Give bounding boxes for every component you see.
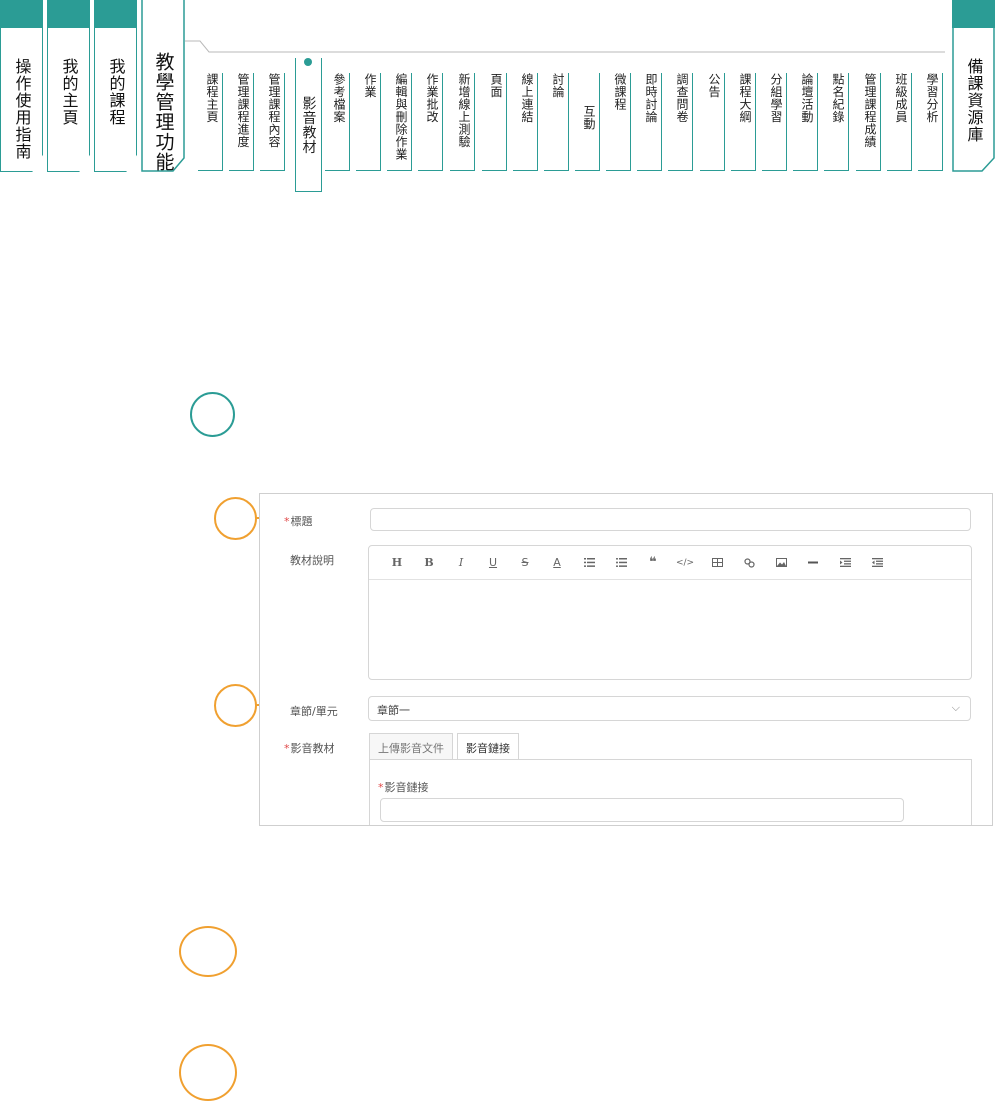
nav-tab-label: 我的課程 xyxy=(106,58,126,126)
sub-tab-edit-assignment[interactable]: 編輯與刪除作業 xyxy=(387,73,412,171)
chevron-down-icon: ⌵ xyxy=(951,701,960,714)
step-marker-circle xyxy=(179,926,237,977)
sub-tab-grades[interactable]: 管理課程成績 xyxy=(856,73,881,171)
description-editor[interactable]: H B I U S A ❝ </> xyxy=(368,545,972,680)
sub-tab-announcement[interactable]: 公告 xyxy=(700,73,725,171)
sub-tab-label: 作業 xyxy=(363,73,377,98)
sub-tab-label: 班級成員 xyxy=(894,73,908,123)
bold-button[interactable]: B xyxy=(413,553,445,573)
sub-tab-content[interactable]: 管理課程內容 xyxy=(260,73,285,171)
media-link-input[interactable] xyxy=(380,798,904,822)
sub-tab-label: 作業批改 xyxy=(425,73,439,123)
sub-tab-label: 課程主頁 xyxy=(205,73,219,123)
video-material-form: *標題 教材說明 H B I U S A ❝ </> 章節/單元 章節一 ⌵ *… xyxy=(259,493,993,826)
active-dot-icon xyxy=(304,58,312,66)
sub-tab-class-members[interactable]: 班級成員 xyxy=(887,73,912,171)
sub-tab-label: 公告 xyxy=(707,73,721,98)
sub-tab-group-learning[interactable]: 分組學習 xyxy=(762,73,787,171)
media-tab-row: 上傳影音文件 影音鏈接 xyxy=(369,733,523,760)
title-label: *標題 xyxy=(284,515,313,528)
sub-tab-discussion[interactable]: 討論 xyxy=(544,73,569,171)
italic-button[interactable]: I xyxy=(445,553,477,573)
quote-icon[interactable]: ❝ xyxy=(637,553,669,573)
title-input[interactable] xyxy=(370,508,971,531)
image-icon[interactable] xyxy=(765,553,797,573)
sub-tab-label: 討論 xyxy=(551,73,565,98)
nav-tab-home[interactable]: 我的主頁 xyxy=(47,0,90,172)
ordered-list-icon[interactable] xyxy=(573,553,605,573)
tab-media-link[interactable]: 影音鏈接 xyxy=(457,733,519,760)
sub-tab-learning-analytics[interactable]: 學習分析 xyxy=(918,73,943,171)
font-color-button[interactable]: A xyxy=(541,553,573,573)
sub-tab-syllabus[interactable]: 課程大綱 xyxy=(731,73,756,171)
sub-tab-label: 編輯與刪除作業 xyxy=(394,73,408,161)
title-marker-circle xyxy=(214,497,257,540)
sub-tab-label: 管理課程內容 xyxy=(267,73,281,148)
sub-tab-label: 學習分析 xyxy=(925,73,939,123)
sub-tab-reference-files[interactable]: 參考檔案 xyxy=(325,73,350,171)
tab-upload-media[interactable]: 上傳影音文件 xyxy=(369,733,453,759)
media-label: *影音教材 xyxy=(284,742,335,755)
step-marker-circle xyxy=(179,1044,237,1101)
nav-tab-resource-library[interactable]: 備課資源庫 xyxy=(952,0,995,172)
nav-tab-label: 教學管理功能 xyxy=(152,52,175,172)
step-marker-circle xyxy=(190,392,235,437)
sub-tab-progress[interactable]: 管理課程進度 xyxy=(229,73,254,171)
sub-tab-live-discussion[interactable]: 即時討論 xyxy=(637,73,662,171)
chapter-marker-circle xyxy=(214,684,257,727)
sub-tab-video-material[interactable]: 影音教材 xyxy=(295,58,322,192)
nav-tab-label: 我的主頁 xyxy=(59,58,79,126)
indent-icon[interactable] xyxy=(829,553,861,573)
sub-tab-label: 點名紀錄 xyxy=(831,73,845,123)
sub-tab-label: 即時討論 xyxy=(644,73,658,123)
sub-tab-online-link[interactable]: 線上連結 xyxy=(513,73,538,171)
sub-tab-micro-course[interactable]: 微課程 xyxy=(606,73,631,171)
sub-tab-page[interactable]: 頁面 xyxy=(482,73,507,171)
strikethrough-button[interactable]: S xyxy=(509,553,541,573)
sub-tab-label: 互動 xyxy=(582,105,596,130)
sub-tab-attendance[interactable]: 點名紀錄 xyxy=(824,73,849,171)
sub-tab-label: 新增線上測驗 xyxy=(457,73,471,148)
chapter-select[interactable]: 章節一 ⌵ xyxy=(368,696,971,721)
sub-tab-label: 微課程 xyxy=(613,73,627,111)
heading-button[interactable]: H xyxy=(381,553,413,573)
nav-tab-my-courses[interactable]: 我的課程 xyxy=(94,0,137,172)
sub-tab-label: 調查問卷 xyxy=(675,73,689,123)
sub-tab-forum-activity[interactable]: 論壇活動 xyxy=(793,73,818,171)
sub-tab-survey[interactable]: 調查問卷 xyxy=(668,73,693,171)
horizontal-rule-icon[interactable] xyxy=(797,553,829,573)
sub-tab-grading[interactable]: 作業批改 xyxy=(418,73,443,171)
table-icon[interactable] xyxy=(701,553,733,573)
sub-tab-course-home[interactable]: 課程主頁 xyxy=(198,73,223,171)
sub-tab-label: 管理課程成績 xyxy=(863,73,877,148)
sub-tab-assignment[interactable]: 作業 xyxy=(356,73,381,171)
sub-tab-label: 管理課程進度 xyxy=(236,73,250,148)
nav-tab-guide[interactable]: 操作使用指南 xyxy=(0,0,43,172)
sub-tab-interaction[interactable]: 互動 xyxy=(575,73,600,171)
link-icon[interactable] xyxy=(733,553,765,573)
sub-tab-label: 參考檔案 xyxy=(332,73,346,123)
chapter-label: 章節/單元 xyxy=(290,705,338,718)
sub-tab-label: 課程大綱 xyxy=(738,73,752,123)
sub-tab-label: 頁面 xyxy=(489,73,503,98)
nav-tab-label: 備課資源庫 xyxy=(964,58,984,143)
nav-tab-label: 操作使用指南 xyxy=(12,58,32,160)
nav-tab-teaching-management[interactable]: 教學管理功能 xyxy=(141,0,185,172)
editor-toolbar: H B I U S A ❝ </> xyxy=(369,546,971,580)
media-link-label: *影音鏈接 xyxy=(378,781,429,794)
bullet-list-icon[interactable] xyxy=(605,553,637,573)
sub-tab-label: 影音教材 xyxy=(300,96,317,154)
sub-tab-label: 分組學習 xyxy=(769,73,783,123)
media-link-pane: *影音鏈接 xyxy=(369,759,972,825)
outdent-icon[interactable] xyxy=(861,553,893,573)
sub-tab-new-quiz[interactable]: 新增線上測驗 xyxy=(450,73,475,171)
sub-tab-label: 線上連結 xyxy=(520,73,534,123)
sub-tab-label: 論壇活動 xyxy=(800,73,814,123)
underline-button[interactable]: U xyxy=(477,553,509,573)
description-label: 教材說明 xyxy=(290,554,334,567)
code-icon[interactable]: </> xyxy=(669,553,701,573)
